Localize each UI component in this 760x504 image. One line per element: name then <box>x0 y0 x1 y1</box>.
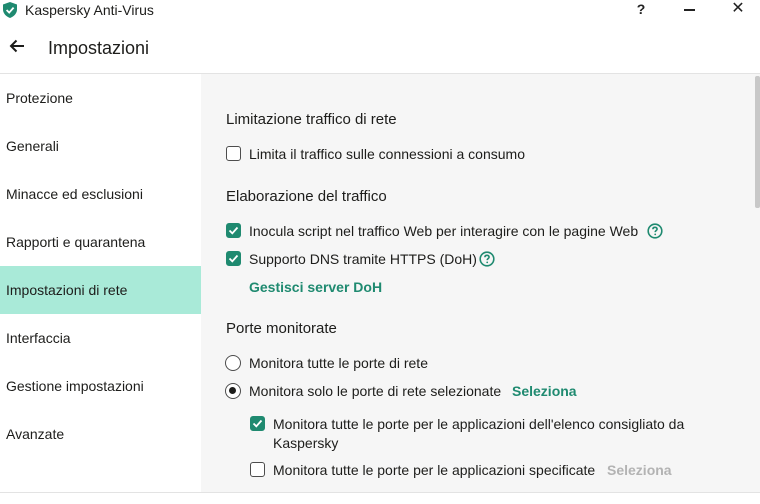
minimize-button[interactable] <box>670 0 710 20</box>
recommended-apps-label: Monitora tutte le porte per le applicazi… <box>273 416 685 432</box>
sidebar-item-impostazioni-rete[interactable]: Impostazioni di rete <box>0 266 201 314</box>
sidebar-item-label: Minacce ed esclusioni <box>6 186 143 202</box>
limit-metered-label: Limita il traffico sulle connessioni a c… <box>249 146 525 162</box>
sidebar-item-rapporti[interactable]: Rapporti e quarantena <box>0 218 201 266</box>
sidebar-item-label: Generali <box>6 138 59 154</box>
app-title: Kaspersky Anti-Virus <box>25 2 154 18</box>
sidebar: Protezione Generali Minacce ed esclusion… <box>0 74 201 504</box>
sidebar-item-label: Rapporti e quarantena <box>6 234 146 250</box>
minimize-icon <box>684 9 695 11</box>
doh-label: Supporto DNS tramite HTTPS (DoH) <box>249 251 477 267</box>
all-ports-label: Monitora tutte le porte di rete <box>249 355 428 371</box>
section-title-monitored-ports: Porte monitorate <box>226 320 337 337</box>
sidebar-item-label: Avanzate <box>6 426 65 442</box>
title-bar: Kaspersky Anti-Virus ? ✕ <box>0 0 760 22</box>
page-header: Impostazioni <box>0 28 760 72</box>
recommended-apps-label-2: Kaspersky <box>273 435 339 451</box>
sidebar-item-generali[interactable]: Generali <box>0 122 201 170</box>
select-ports-link[interactable]: Seleziona <box>512 383 577 399</box>
sidebar-item-minacce[interactable]: Minacce ed esclusioni <box>0 170 201 218</box>
sidebar-item-label: Interfaccia <box>6 330 71 346</box>
bottom-strip <box>0 493 760 504</box>
doh-checkbox[interactable] <box>226 251 241 266</box>
select-apps-link: Seleziona <box>607 462 672 478</box>
scrollbar[interactable] <box>755 76 760 208</box>
sidebar-item-interfaccia[interactable]: Interfaccia <box>0 314 201 362</box>
close-button[interactable]: ✕ <box>718 0 758 20</box>
sidebar-item-label: Protezione <box>6 90 73 106</box>
sidebar-item-avanzate[interactable]: Avanzate <box>0 410 201 458</box>
all-ports-radio[interactable] <box>225 355 241 371</box>
inject-script-checkbox[interactable] <box>226 223 241 238</box>
limit-metered-checkbox[interactable] <box>226 146 241 161</box>
kaspersky-shield-icon <box>3 2 17 18</box>
sidebar-item-label: Impostazioni di rete <box>6 282 128 298</box>
manage-doh-link[interactable]: Gestisci server DoH <box>249 279 382 295</box>
selected-ports-label: Monitora solo le porte di rete seleziona… <box>249 383 502 399</box>
recommended-apps-checkbox[interactable] <box>250 416 265 431</box>
section-title-traffic-processing: Elaborazione del traffico <box>226 188 387 205</box>
sidebar-item-protezione[interactable]: Protezione <box>0 74 201 122</box>
section-title-traffic-limit: Limitazione traffico di rete <box>226 111 397 128</box>
check-icon <box>228 226 239 235</box>
sidebar-item-label: Gestione impostazioni <box>6 378 144 394</box>
help-icon[interactable] <box>479 251 495 267</box>
help-icon[interactable] <box>647 223 663 239</box>
inject-script-label: Inocula script nel traffico Web per inte… <box>249 223 639 239</box>
specified-apps-checkbox[interactable] <box>250 462 265 477</box>
sidebar-item-gestione[interactable]: Gestione impostazioni <box>0 362 201 410</box>
check-icon <box>252 419 263 428</box>
specified-apps-label: Monitora tutte le porte per le applicazi… <box>273 462 596 478</box>
selected-ports-radio[interactable] <box>225 383 241 399</box>
check-icon <box>228 254 239 263</box>
help-button[interactable]: ? <box>621 0 661 20</box>
page-title: Impostazioni <box>48 38 150 58</box>
arrow-left-icon[interactable] <box>8 37 26 55</box>
